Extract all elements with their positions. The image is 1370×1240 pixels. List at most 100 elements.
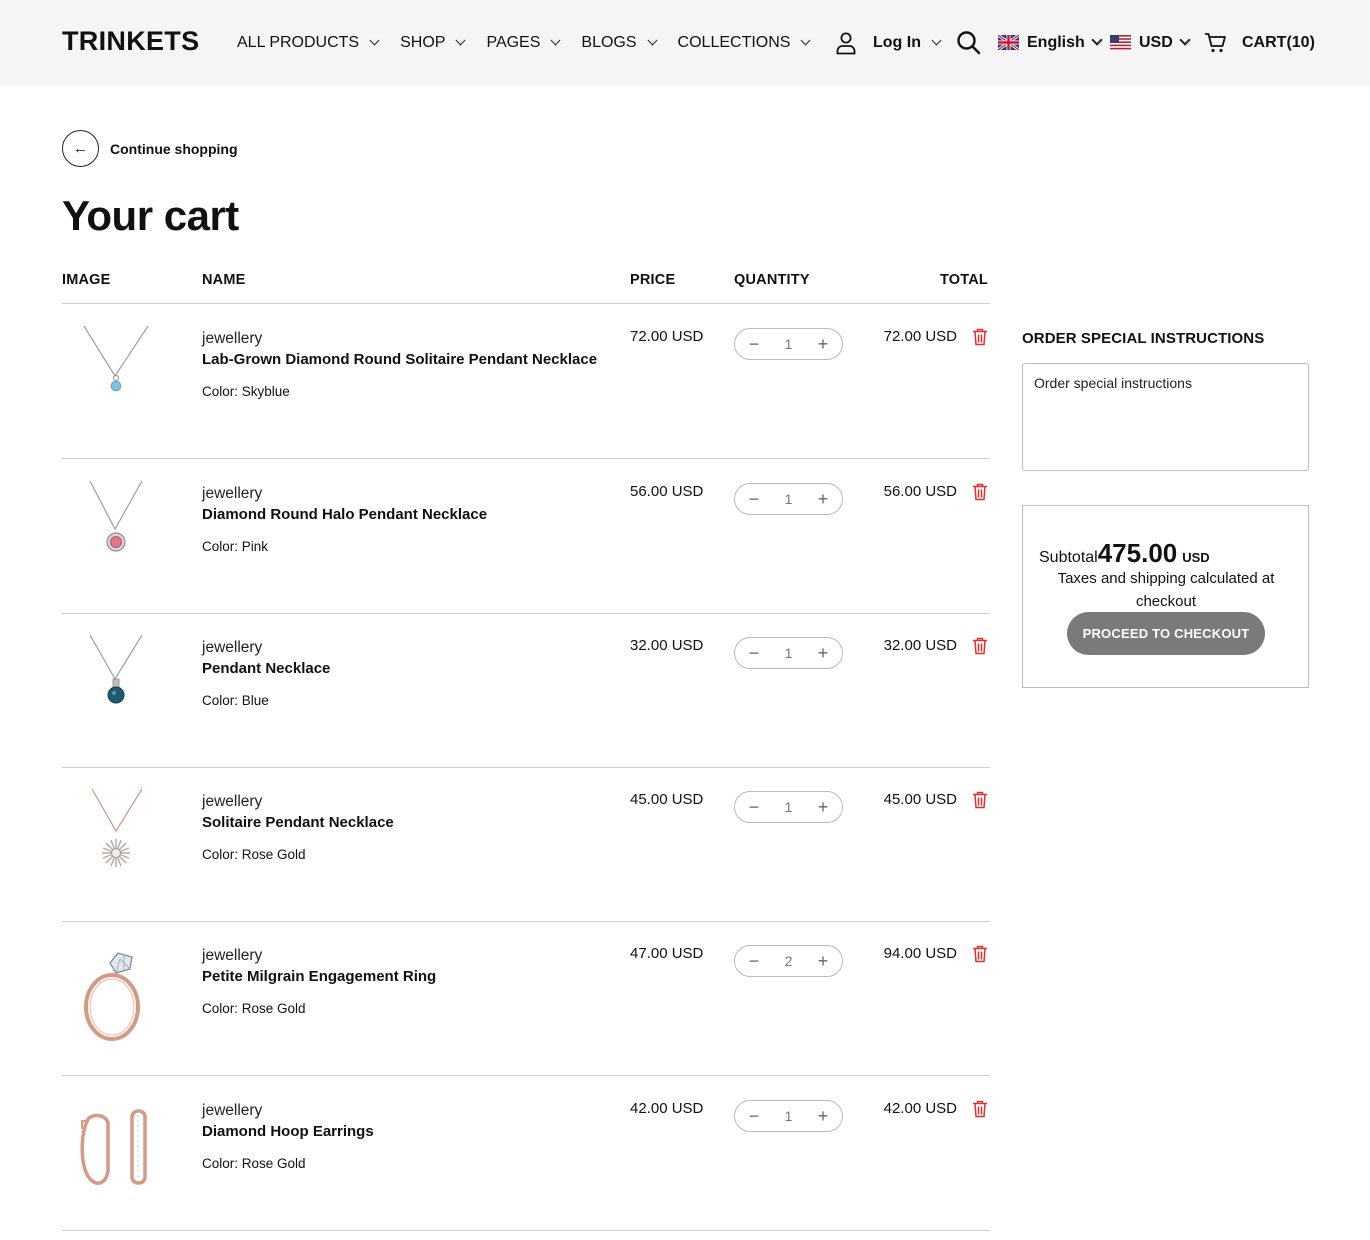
product-name[interactable]: Solitaire Pendant Necklace	[202, 814, 394, 831]
cart-link[interactable]: CART(10)	[1204, 0, 1315, 85]
chevron-down-icon	[1091, 34, 1103, 46]
quantity-value[interactable]: 1	[785, 799, 793, 815]
line-total: 32.00 USD	[883, 637, 957, 654]
product-vendor: jewellery	[202, 947, 263, 964]
line-total: 94.00 USD	[883, 945, 957, 962]
quantity-value[interactable]: 2	[785, 953, 793, 969]
product-vendor: jewellery	[202, 330, 263, 347]
increase-quantity-button[interactable]: +	[816, 490, 830, 508]
product-name[interactable]: Diamond Round Halo Pendant Necklace	[202, 506, 487, 523]
increase-quantity-button[interactable]: +	[816, 798, 830, 816]
nav-all-products[interactable]: ALL PRODUCTS	[237, 33, 380, 52]
product-variant: Color: Rose Gold	[202, 1156, 306, 1171]
product-name[interactable]: Lab-Grown Diamond Round Solitaire Pendan…	[202, 351, 597, 368]
product-name[interactable]: Diamond Hoop Earrings	[202, 1123, 374, 1140]
nav-label: BLOGS	[581, 33, 637, 51]
product-price: 32.00 USD	[630, 637, 704, 654]
decrease-quantity-button[interactable]: −	[747, 798, 761, 816]
product-vendor: jewellery	[202, 485, 263, 502]
trash-icon[interactable]	[972, 1100, 988, 1118]
continue-shopping-label: Continue shopping	[110, 140, 238, 157]
tax-note: Taxes and shipping calculated at checkou…	[1057, 570, 1275, 610]
search-icon	[957, 31, 981, 55]
product-variant: Color: Skyblue	[202, 384, 290, 399]
search-button[interactable]	[956, 0, 981, 85]
language-selector[interactable]: English	[998, 0, 1103, 85]
decrease-quantity-button[interactable]: −	[747, 1107, 761, 1125]
col-header-quantity: QUANTITY	[734, 272, 810, 288]
chevron-down-icon	[931, 35, 942, 45]
site-header: TRINKETS ALL PRODUCTS SHOP PAGES BLOGS C…	[0, 0, 1370, 85]
increase-quantity-button[interactable]: +	[816, 335, 830, 353]
quantity-value[interactable]: 1	[785, 1108, 793, 1124]
nav-label: ALL PRODUCTS	[237, 33, 360, 51]
decrease-quantity-button[interactable]: −	[747, 490, 761, 508]
quantity-stepper: − 1 +	[734, 1100, 843, 1132]
language-label: English	[1027, 33, 1085, 51]
decrease-quantity-button[interactable]: −	[747, 335, 761, 353]
chevron-down-icon	[369, 35, 380, 45]
line-total: 72.00 USD	[883, 328, 957, 345]
login-label: Log In	[873, 33, 921, 51]
proceed-to-checkout-button[interactable]: PROCEED TO CHECKOUT	[1067, 612, 1265, 655]
decrease-quantity-button[interactable]: −	[747, 952, 761, 970]
nav-shop[interactable]: SHOP	[400, 34, 466, 52]
login-link[interactable]: Log In	[835, 0, 942, 85]
trash-icon[interactable]	[972, 483, 988, 501]
quantity-stepper: − 1 +	[734, 328, 843, 360]
cart-row: jewellery Diamond Round Halo Pendant Nec…	[62, 459, 990, 614]
product-vendor: jewellery	[202, 639, 263, 656]
product-variant: Color: Blue	[202, 693, 269, 708]
product-name[interactable]: Petite Milgrain Engagement Ring	[202, 968, 436, 985]
quantity-value[interactable]: 1	[785, 645, 793, 661]
quantity-stepper: − 1 +	[734, 483, 843, 515]
currency-label: USD	[1139, 33, 1173, 51]
instructions-title: ORDER SPECIAL INSTRUCTIONS	[1022, 330, 1265, 347]
cart-row: jewellery Petite Milgrain Engagement Rin…	[62, 921, 990, 1076]
chevron-down-icon	[456, 35, 466, 45]
order-instructions-input[interactable]	[1022, 363, 1309, 471]
quantity-stepper: − 2 +	[734, 945, 843, 977]
product-variant: Color: Pink	[202, 539, 269, 554]
product-variant: Color: Rose Gold	[202, 1001, 306, 1016]
increase-quantity-button[interactable]: +	[816, 1107, 830, 1125]
product-name[interactable]: Pendant Necklace	[202, 660, 330, 677]
product-vendor: jewellery	[202, 793, 263, 810]
product-image[interactable]	[80, 633, 152, 717]
product-image[interactable]	[80, 479, 152, 563]
increase-quantity-button[interactable]: +	[816, 952, 830, 970]
trash-icon[interactable]	[972, 945, 988, 963]
user-icon	[836, 32, 856, 54]
chevron-down-icon	[1179, 34, 1191, 46]
product-image[interactable]	[80, 1102, 152, 1192]
nav-collections[interactable]: COLLECTIONS	[678, 34, 811, 52]
cart-label: CART(10)	[1242, 33, 1315, 51]
trash-icon[interactable]	[972, 328, 988, 346]
page-title: Your cart	[62, 192, 239, 239]
decrease-quantity-button[interactable]: −	[747, 644, 761, 662]
product-image[interactable]	[80, 324, 152, 408]
trash-icon[interactable]	[972, 637, 988, 655]
nav-label: PAGES	[486, 33, 541, 51]
product-image[interactable]	[80, 945, 152, 1041]
col-header-image: IMAGE	[62, 272, 111, 288]
nav-pages[interactable]: PAGES	[486, 33, 561, 52]
quantity-value[interactable]: 1	[785, 491, 793, 507]
product-image[interactable]	[80, 787, 152, 871]
subtotal-value: 475.00	[1097, 538, 1178, 568]
col-header-name: NAME	[202, 272, 246, 288]
product-variant: Color: Rose Gold	[202, 847, 306, 862]
quantity-stepper: − 1 +	[734, 637, 843, 669]
us-flag-icon	[1110, 35, 1131, 50]
continue-shopping-link[interactable]: ← Continue shopping	[62, 130, 238, 167]
increase-quantity-button[interactable]: +	[816, 644, 830, 662]
site-logo[interactable]: TRINKETS	[62, 26, 199, 57]
currency-selector[interactable]: USD	[1110, 0, 1191, 85]
line-total: 56.00 USD	[883, 483, 957, 500]
nav-blogs[interactable]: BLOGS	[581, 33, 657, 52]
quantity-value[interactable]: 1	[785, 336, 793, 352]
subtotal-line: Subtotal 475.00 USD	[1039, 538, 1210, 569]
trash-icon[interactable]	[972, 791, 988, 809]
line-total: 42.00 USD	[883, 1100, 957, 1117]
quantity-stepper: − 1 +	[734, 791, 843, 823]
